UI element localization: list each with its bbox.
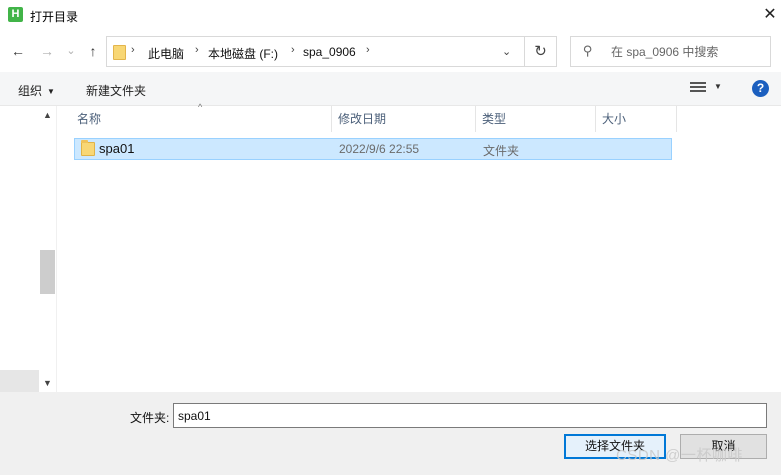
scrollbar-thumb[interactable] — [40, 250, 55, 294]
breadcrumb-spa-0906[interactable]: spa_0906 — [303, 45, 356, 59]
watermark: CSDN @一杯咖啡 — [616, 447, 743, 464]
column-header-type[interactable]: 类型 — [476, 106, 595, 132]
file-type: 文件夹 — [483, 144, 520, 158]
file-modified-date: 2022/9/6 22:55 — [339, 142, 420, 156]
folder-field-label: 文件夹: — [130, 411, 170, 425]
navigation-pane: ▲ ▼ — [0, 106, 57, 392]
up-arrow-icon[interactable]: ↑ — [84, 42, 102, 60]
column-header-size[interactable]: 大小 — [596, 106, 676, 132]
folder-icon — [81, 140, 95, 156]
breadcrumb-separator: › — [131, 44, 135, 56]
scroll-down-icon[interactable]: ▼ — [39, 376, 56, 390]
breadcrumb-separator: › — [195, 44, 199, 56]
command-toolbar: 组织 ▼ 新建文件夹 ▼ ? — [0, 72, 781, 106]
view-options-icon[interactable] — [690, 82, 706, 94]
address-dropdown-icon[interactable]: ⌄ — [502, 45, 511, 58]
breadcrumb-separator: › — [366, 44, 370, 56]
close-icon[interactable]: ✕ — [760, 5, 780, 25]
column-divider[interactable] — [676, 106, 677, 132]
folder-icon — [113, 45, 126, 60]
breadcrumb-separator: › — [291, 44, 295, 56]
search-icon: ⚲ — [583, 43, 593, 58]
window-title: 打开目录 — [30, 10, 79, 24]
navigation-pane-scrollbar[interactable]: ▲ ▼ — [39, 106, 56, 392]
recent-locations-chevron-icon[interactable]: ⌄ — [62, 42, 80, 60]
help-icon[interactable]: ? — [752, 80, 769, 97]
file-list: 名称 ^ 修改日期 类型 大小 spa01 2022/9/6 22:55 文件夹 — [57, 102, 781, 392]
breadcrumb-this-pc[interactable]: 此电脑 — [148, 45, 184, 62]
column-name-label: 名称 — [77, 112, 102, 126]
search-input[interactable] — [611, 37, 767, 66]
organize-menu-button[interactable]: 组织 ▼ — [18, 82, 55, 99]
caret-down-icon: ▼ — [47, 87, 55, 96]
organize-label: 组织 — [18, 84, 43, 98]
view-options-caret-icon[interactable]: ▼ — [714, 82, 722, 91]
breadcrumb-local-disk[interactable]: 本地磁盘 (F:) — [208, 45, 278, 62]
back-arrow-icon[interactable]: ← — [9, 42, 27, 60]
sort-ascending-icon: ^ — [198, 102, 203, 112]
folder-name-input[interactable] — [173, 403, 767, 428]
refresh-icon[interactable]: ↻ — [525, 36, 557, 67]
file-name: spa01 — [99, 141, 135, 156]
new-folder-button[interactable]: 新建文件夹 — [86, 82, 146, 99]
horizontal-scrollbar[interactable] — [0, 370, 39, 392]
address-bar[interactable]: › 此电脑 › 本地磁盘 (F:) › spa_0906 › ⌄ — [106, 36, 525, 67]
forward-arrow-icon[interactable]: → — [38, 42, 56, 60]
scroll-up-icon[interactable]: ▲ — [39, 108, 56, 122]
table-row[interactable]: spa01 2022/9/6 22:55 文件夹 — [74, 138, 672, 160]
column-header-date[interactable]: 修改日期 — [332, 106, 475, 132]
search-box[interactable]: ⚲ — [570, 36, 771, 67]
navigation-bar: ← → ⌄ ↑ › 此电脑 › 本地磁盘 (F:) › spa_0906 › ⌄… — [0, 32, 781, 72]
title-bar: H 打开目录 ✕ — [0, 0, 781, 32]
app-icon: H — [8, 7, 23, 22]
